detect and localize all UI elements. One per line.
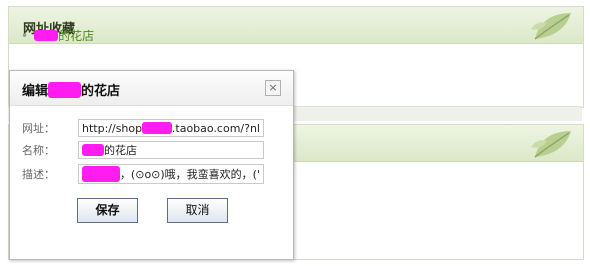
- redacted-text: [142, 122, 172, 134]
- edit-dialog: 编辑 的花店 × 网址： http://shop .taobao.com/?nl…: [9, 70, 294, 260]
- desc-suffix: ，(⊙o⊙)哦，我蛮喜欢的，(': [119, 168, 260, 181]
- name-field[interactable]: 的花店: [78, 141, 264, 159]
- redacted-text: [82, 144, 104, 156]
- desc-field[interactable]: ，(⊙o⊙)哦，我蛮喜欢的，(': [78, 164, 264, 184]
- cancel-button[interactable]: 取消: [167, 198, 228, 223]
- name-row: 名称： 的花店: [22, 141, 264, 159]
- save-button[interactable]: 保存: [77, 198, 138, 223]
- close-icon[interactable]: ×: [265, 80, 281, 96]
- dialog-title-suffix: 的花店: [81, 84, 121, 99]
- dialog-header: 编辑 的花店 ×: [10, 71, 293, 106]
- url-suffix: .taobao.com/?nl: [171, 121, 260, 135]
- favorite-link-label: 的花店: [58, 29, 95, 43]
- url-row: 网址： http://shop .taobao.com/?nl: [22, 119, 264, 137]
- leaf-icon: [531, 131, 571, 158]
- redacted-text: [48, 81, 82, 98]
- dialog-title: 编辑 的花店: [22, 80, 120, 99]
- redacted-text: [82, 166, 120, 182]
- name-suffix: 的花店: [104, 144, 137, 157]
- desc-label: 描述：: [22, 168, 55, 181]
- favorites-panel-header: 网址收藏: [9, 7, 583, 44]
- name-label: 名称：: [22, 144, 55, 157]
- desc-row: 描述： ，(⊙o⊙)哦，我蛮喜欢的，(': [22, 164, 264, 184]
- url-label: 网址：: [22, 122, 55, 135]
- leaf-icon: [531, 13, 571, 40]
- bullet: •: [21, 28, 29, 43]
- redacted-text: [34, 30, 59, 41]
- favorite-link[interactable]: • 的花店: [21, 27, 94, 44]
- dialog-title-prefix: 编辑: [22, 84, 49, 99]
- url-field[interactable]: http://shop .taobao.com/?nl: [78, 119, 264, 137]
- url-prefix: http://shop: [82, 121, 143, 135]
